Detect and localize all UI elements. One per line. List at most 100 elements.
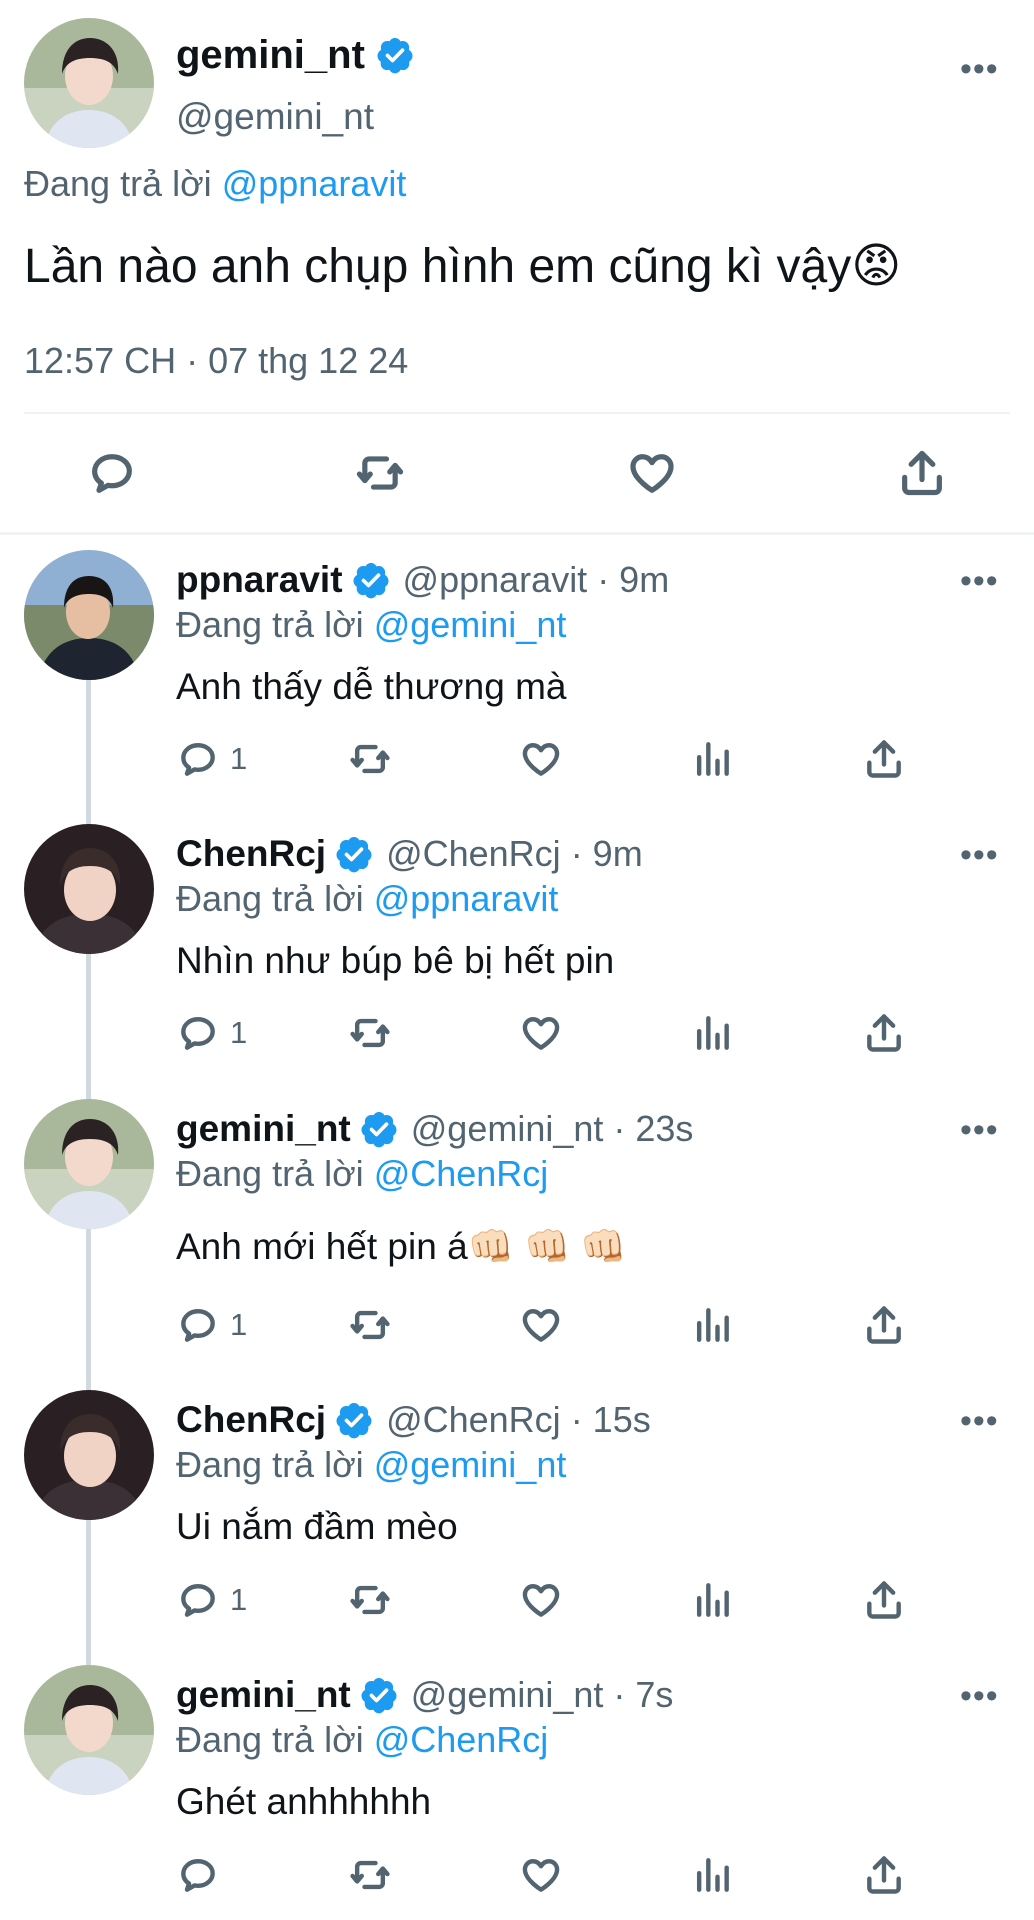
handle[interactable]: @ppnaravit bbox=[403, 559, 588, 601]
reply-count: 1 bbox=[230, 1582, 248, 1617]
reply-count: 1 bbox=[230, 741, 248, 776]
replying-label: Đang trả lời bbox=[176, 1444, 364, 1485]
like-button[interactable] bbox=[519, 1303, 563, 1347]
share-button[interactable] bbox=[896, 447, 948, 499]
more-options-icon[interactable]: ••• bbox=[960, 564, 999, 598]
views-button[interactable] bbox=[690, 1303, 734, 1347]
avatar[interactable] bbox=[24, 1390, 154, 1520]
display-name[interactable]: gemini_nt bbox=[176, 33, 365, 78]
replying-to-link[interactable]: @ppnaravit bbox=[222, 163, 407, 204]
retweet-button[interactable] bbox=[348, 737, 392, 781]
verified-badge-icon bbox=[375, 35, 415, 75]
replying-to-line: Đang trả lời @ppnaravit bbox=[24, 163, 406, 205]
share-button[interactable] bbox=[862, 1303, 906, 1347]
angry-emoji: 😡 bbox=[851, 240, 902, 293]
avatar-image bbox=[24, 824, 154, 954]
handle[interactable]: @gemini_nt bbox=[411, 1674, 604, 1716]
timestamp[interactable]: 12:57 CH · 07 thg 12 24 bbox=[24, 340, 408, 382]
like-button[interactable] bbox=[519, 1011, 563, 1055]
avatar[interactable] bbox=[24, 550, 154, 680]
reply-text: Ui nắm đầm mèo bbox=[176, 1506, 458, 1547]
display-name[interactable]: gemini_nt bbox=[176, 1674, 351, 1716]
replying-to-line: Đang trả lời @ppnaravit bbox=[176, 878, 558, 920]
display-name[interactable]: gemini_nt bbox=[176, 1108, 351, 1150]
replying-to-link[interactable]: @ChenRcj bbox=[374, 1719, 549, 1760]
replying-to-link[interactable]: @ChenRcj bbox=[374, 1153, 549, 1194]
retweet-button[interactable] bbox=[348, 1578, 392, 1622]
share-button[interactable] bbox=[862, 737, 906, 781]
handle[interactable]: @ChenRcj bbox=[386, 833, 561, 875]
replying-to-line: Đang trả lời @ChenRcj bbox=[176, 1153, 548, 1195]
more-options-icon[interactable]: ••• bbox=[960, 1113, 999, 1147]
views-icon bbox=[690, 737, 734, 781]
time-ago[interactable]: · 9m bbox=[571, 833, 643, 875]
retweet-button[interactable] bbox=[354, 447, 406, 499]
reply-icon bbox=[176, 1303, 220, 1347]
handle[interactable]: @ChenRcj bbox=[386, 1399, 561, 1441]
replying-to-line: Đang trả lời @gemini_nt bbox=[176, 604, 566, 646]
views-button[interactable] bbox=[690, 1011, 734, 1055]
reply-text: Anh mới hết pin á👊🏻 👊🏻 👊🏻 bbox=[176, 1226, 626, 1269]
heart-icon bbox=[519, 1303, 563, 1347]
display-name[interactable]: ChenRcj bbox=[176, 1399, 326, 1441]
divider bbox=[24, 412, 1010, 414]
reply-button[interactable]: 1 bbox=[176, 1011, 247, 1055]
like-button[interactable] bbox=[519, 1578, 563, 1622]
share-button[interactable] bbox=[862, 1011, 906, 1055]
reply-icon bbox=[86, 447, 138, 499]
avatar[interactable] bbox=[24, 1665, 154, 1795]
more-options-icon[interactable]: ••• bbox=[960, 1679, 999, 1713]
time-ago[interactable]: · 7s bbox=[613, 1674, 673, 1716]
verified-badge-icon bbox=[359, 1109, 399, 1149]
reply-button[interactable] bbox=[86, 447, 138, 499]
time-ago[interactable]: · 9m bbox=[597, 559, 669, 601]
fist-emoji: 👊🏻 👊🏻 👊🏻 bbox=[467, 1226, 627, 1267]
retweet-button[interactable] bbox=[348, 1853, 392, 1897]
display-name[interactable]: ppnaravit bbox=[176, 559, 343, 601]
replying-to-link[interactable]: @ppnaravit bbox=[374, 878, 559, 919]
views-button[interactable] bbox=[690, 737, 734, 781]
avatar-image bbox=[24, 1390, 154, 1520]
views-button[interactable] bbox=[690, 1853, 734, 1897]
verified-badge-icon bbox=[359, 1675, 399, 1715]
more-options-icon[interactable]: ••• bbox=[960, 52, 999, 86]
replying-label: Đang trả lời bbox=[176, 1719, 364, 1760]
views-icon bbox=[690, 1303, 734, 1347]
replying-label: Đang trả lời bbox=[176, 1153, 364, 1194]
time-ago[interactable]: · 23s bbox=[613, 1108, 693, 1150]
heart-icon bbox=[519, 737, 563, 781]
retweet-button[interactable] bbox=[348, 1303, 392, 1347]
avatar[interactable] bbox=[24, 18, 154, 148]
share-button[interactable] bbox=[862, 1578, 906, 1622]
like-button[interactable] bbox=[519, 1853, 563, 1897]
retweet-icon bbox=[348, 737, 392, 781]
verified-badge-icon bbox=[351, 560, 391, 600]
views-button[interactable] bbox=[690, 1578, 734, 1622]
share-button[interactable] bbox=[862, 1853, 906, 1897]
time-ago[interactable]: · 15s bbox=[571, 1399, 651, 1441]
tweet-text: Lần nào anh chụp hình em cũng kì vậy😡 bbox=[24, 238, 901, 294]
reply-button[interactable]: 1 bbox=[176, 1303, 247, 1347]
display-name[interactable]: ChenRcj bbox=[176, 833, 326, 875]
avatar[interactable] bbox=[24, 1099, 154, 1229]
replying-to-link[interactable]: @gemini_nt bbox=[374, 1444, 567, 1485]
more-options-icon[interactable]: ••• bbox=[960, 838, 999, 872]
handle[interactable]: @gemini_nt bbox=[176, 96, 374, 138]
replying-to-link[interactable]: @gemini_nt bbox=[374, 604, 567, 645]
views-icon bbox=[690, 1011, 734, 1055]
replying-label: Đang trả lời bbox=[24, 163, 212, 204]
more-options-icon[interactable]: ••• bbox=[960, 1404, 999, 1438]
handle[interactable]: @gemini_nt bbox=[411, 1108, 604, 1150]
avatar-image bbox=[24, 18, 154, 148]
reply-text: Anh thấy dễ thương mà bbox=[176, 666, 567, 707]
like-button[interactable] bbox=[626, 447, 678, 499]
reply-button[interactable]: 1 bbox=[176, 1578, 247, 1622]
retweet-button[interactable] bbox=[348, 1011, 392, 1055]
share-icon bbox=[862, 1853, 906, 1897]
share-icon bbox=[862, 1303, 906, 1347]
reply-button[interactable]: 1 bbox=[176, 737, 247, 781]
like-button[interactable] bbox=[519, 737, 563, 781]
avatar[interactable] bbox=[24, 824, 154, 954]
reply-button[interactable] bbox=[176, 1853, 220, 1897]
avatar-image bbox=[24, 550, 154, 680]
